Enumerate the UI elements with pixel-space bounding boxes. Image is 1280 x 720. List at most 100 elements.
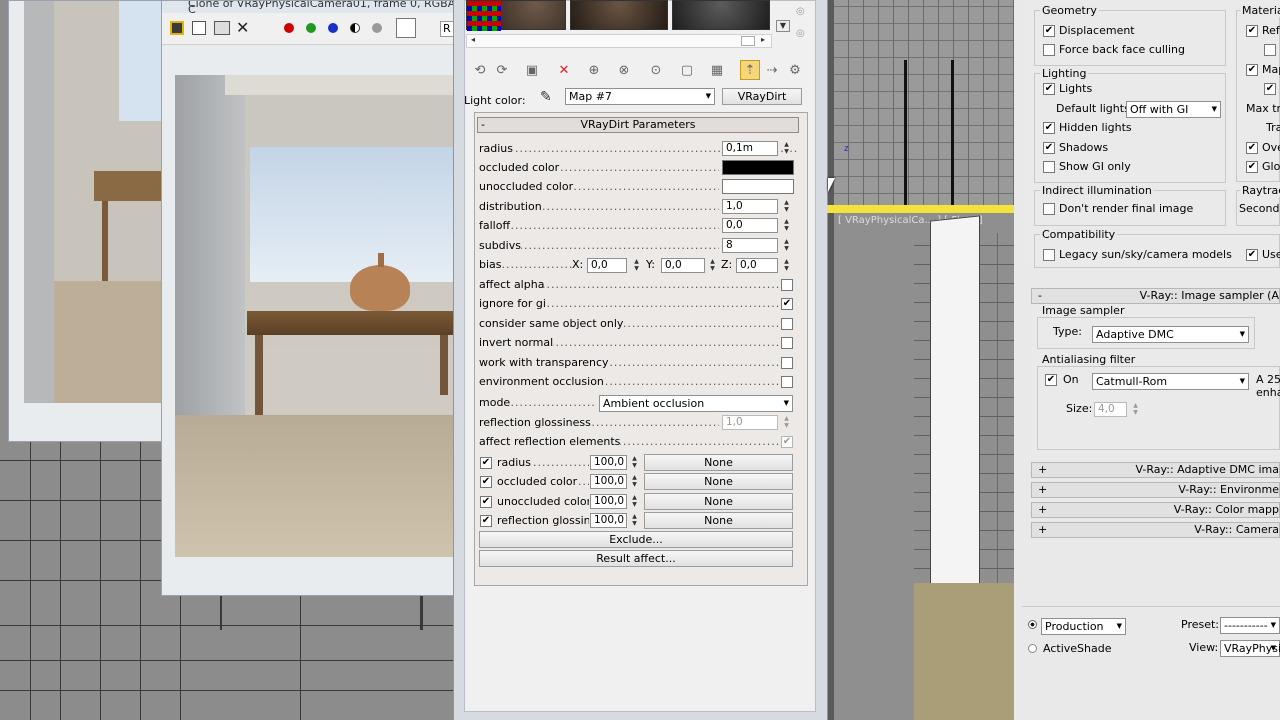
map-unoccluded-button[interactable]: None xyxy=(644,493,793,510)
filter-maps-checkbox[interactable]: ✔ xyxy=(1264,83,1276,95)
map-reflection-arrows[interactable]: ▲ ▼ xyxy=(630,513,639,528)
alpha-channel-icon[interactable] xyxy=(350,23,360,33)
show-end-result-icon[interactable]: ▦ xyxy=(707,60,727,80)
map-reflection-amount[interactable]: 100,0 xyxy=(590,513,627,528)
reflection-glossiness-arrows[interactable]: ▲ ▼ xyxy=(782,415,791,430)
displacement-checkbox[interactable]: ✔ xyxy=(1043,25,1055,37)
adaptive-dmc-rollout-bar[interactable]: + V-Ray:: Adaptive DMC ima xyxy=(1031,462,1280,478)
shadows-checkbox[interactable]: ✔ xyxy=(1043,142,1055,154)
affect-reflection-elements-checkbox[interactable]: ✔ xyxy=(781,436,793,448)
map-radius-amount[interactable]: 100,0 xyxy=(590,455,627,470)
eyedropper-icon[interactable]: ✎ xyxy=(540,89,552,105)
filter-size-arrows[interactable]: ▲ ▼ xyxy=(1131,402,1140,417)
put-to-library-icon[interactable]: ⊗ xyxy=(614,60,634,80)
map-reflection-checkbox[interactable]: ✔ xyxy=(480,515,492,527)
dont-render-final-checkbox[interactable] xyxy=(1043,203,1055,215)
affect-alpha-checkbox[interactable] xyxy=(781,279,793,291)
sample-slot-1[interactable] xyxy=(466,0,566,31)
subdivs-spinner-arrows[interactable]: ▲ ▼ xyxy=(782,238,791,253)
override-mtl-checkbox[interactable]: ✔ xyxy=(1246,142,1258,154)
viewport-top[interactable]: z xyxy=(834,0,1014,210)
map-unoccluded-arrows[interactable]: ▲ ▼ xyxy=(630,494,639,509)
go-forward-icon[interactable]: ⇢ xyxy=(762,60,782,80)
slot-dropdown-icon[interactable]: ▼ xyxy=(776,20,790,32)
radius-spinner[interactable]: 0,1m xyxy=(722,141,778,156)
map-occluded-checkbox[interactable]: ✔ xyxy=(480,476,492,488)
backface-culling-checkbox[interactable] xyxy=(1043,44,1055,56)
filter-size-spinner[interactable]: 4,0 xyxy=(1094,402,1127,417)
map-radius-arrows[interactable]: ▲ ▼ xyxy=(630,455,639,470)
aa-filter-dropdown[interactable]: Catmull-Rom xyxy=(1092,373,1249,390)
view-dropdown[interactable]: VRayPhysica xyxy=(1220,640,1280,657)
mono-channel-icon[interactable] xyxy=(372,23,382,33)
go-to-parent-icon[interactable]: ⇡ xyxy=(740,60,760,80)
distribution-spinner-arrows[interactable]: ▲ ▼ xyxy=(782,199,791,214)
image-sampler-rollout-bar[interactable]: - V-Ray:: Image sampler (A xyxy=(1031,288,1280,304)
mode-dropdown[interactable]: Ambient occlusion xyxy=(599,395,793,412)
bias-x-arrows[interactable]: ▲ ▼ xyxy=(632,258,641,273)
ignore-for-gi-checkbox[interactable]: ✔ xyxy=(781,298,793,310)
sampler-type-dropdown[interactable]: Adaptive DMC xyxy=(1092,326,1249,343)
map-radius-checkbox[interactable]: ✔ xyxy=(480,457,492,469)
map-occluded-button[interactable]: None xyxy=(644,473,793,490)
clear-icon[interactable]: ✕ xyxy=(236,18,249,37)
lights-checkbox[interactable]: ✔ xyxy=(1043,83,1055,95)
use-3dsmax-photometric-checkbox[interactable]: ✔ xyxy=(1246,249,1258,261)
map-occluded-arrows[interactable]: ▲ ▼ xyxy=(630,474,639,489)
scroll-right-icon[interactable]: ▸ xyxy=(761,35,765,44)
max-depth-checkbox[interactable] xyxy=(1264,44,1276,56)
bias-z-arrows[interactable]: ▲ ▼ xyxy=(782,258,791,273)
map-name-dropdown[interactable]: Map #7 xyxy=(565,88,715,105)
sample-slot-2[interactable] xyxy=(570,0,668,30)
occluded-color-swatch[interactable] xyxy=(722,160,794,175)
save-icon[interactable] xyxy=(170,21,184,35)
reset-map-icon[interactable]: ✕ xyxy=(554,60,574,80)
default-lights-dropdown[interactable]: Off with GI xyxy=(1126,101,1221,118)
activeshade-radio[interactable] xyxy=(1028,644,1037,653)
consider-same-object-checkbox[interactable] xyxy=(781,318,793,330)
map-radius-button[interactable]: None xyxy=(644,454,793,471)
viewport-label[interactable]: [ VRayPhysicalCa... ] [ Fla... ] xyxy=(834,215,1014,229)
copy-icon[interactable] xyxy=(192,21,206,35)
render-window-back[interactable] xyxy=(8,0,169,442)
map-occluded-amount[interactable]: 100,0 xyxy=(590,474,627,489)
glossy-effects-checkbox[interactable]: ✔ xyxy=(1246,161,1258,173)
show-gi-only-checkbox[interactable] xyxy=(1043,161,1055,173)
distribution-spinner[interactable]: 1,0 xyxy=(722,199,778,214)
reflection-refraction-checkbox[interactable]: ✔ xyxy=(1246,25,1258,37)
production-radio[interactable] xyxy=(1028,620,1037,629)
unoccluded-color-swatch[interactable] xyxy=(722,179,794,194)
make-unique-icon[interactable]: ⊕ xyxy=(584,60,604,80)
hidden-lights-checkbox[interactable]: ✔ xyxy=(1043,122,1055,134)
production-dropdown[interactable]: Production xyxy=(1041,618,1126,635)
invert-normal-checkbox[interactable] xyxy=(781,337,793,349)
show-map-icon[interactable]: ▢ xyxy=(677,60,697,80)
color-swatch[interactable] xyxy=(396,18,416,38)
maps-checkbox[interactable]: ✔ xyxy=(1246,64,1258,76)
sample-type-icon[interactable]: ◎ xyxy=(796,6,810,20)
reflection-glossiness-spinner[interactable]: 1,0 xyxy=(722,415,778,430)
options-icon[interactable]: ⚙ xyxy=(785,60,805,80)
render-window[interactable]: Clone of VRayPhysicalCamera01, frame 0, … xyxy=(161,0,457,596)
radius-spinner-arrows[interactable]: ▲ ▼ xyxy=(782,141,791,156)
bias-z-spinner[interactable]: 0,0 xyxy=(736,258,778,273)
viewport-camera[interactable]: [ VRayPhysicalCa... ] [ Fla... ] xyxy=(834,213,1014,720)
slot-scrollbar[interactable]: ◂ ▸ xyxy=(466,34,772,48)
result-affect-button[interactable]: Result affect... xyxy=(479,550,793,567)
print-icon[interactable] xyxy=(214,21,230,35)
map-unoccluded-checkbox[interactable]: ✔ xyxy=(480,496,492,508)
get-material-icon[interactable]: ⟲ xyxy=(470,60,490,80)
falloff-spinner-arrows[interactable]: ▲ ▼ xyxy=(782,218,791,233)
material-id-icon[interactable]: ⊙ xyxy=(646,60,666,80)
scroll-left-icon[interactable]: ◂ xyxy=(471,35,475,44)
scroll-thumb[interactable] xyxy=(741,36,755,46)
work-with-transparency-checkbox[interactable] xyxy=(781,357,793,369)
aa-filter-on-checkbox[interactable]: ✔ xyxy=(1045,374,1057,386)
legacy-sun-checkbox[interactable] xyxy=(1043,249,1055,261)
color-mapping-rollout-bar[interactable]: + V-Ray:: Color mapp xyxy=(1031,502,1280,518)
camera-rollout-bar[interactable]: + V-Ray:: Camera xyxy=(1031,522,1280,538)
blue-channel-icon[interactable] xyxy=(328,23,338,33)
bias-x-spinner[interactable]: 0,0 xyxy=(587,258,627,273)
red-channel-icon[interactable] xyxy=(284,23,294,33)
environment-rollout-bar[interactable]: + V-Ray:: Environme xyxy=(1031,482,1280,498)
